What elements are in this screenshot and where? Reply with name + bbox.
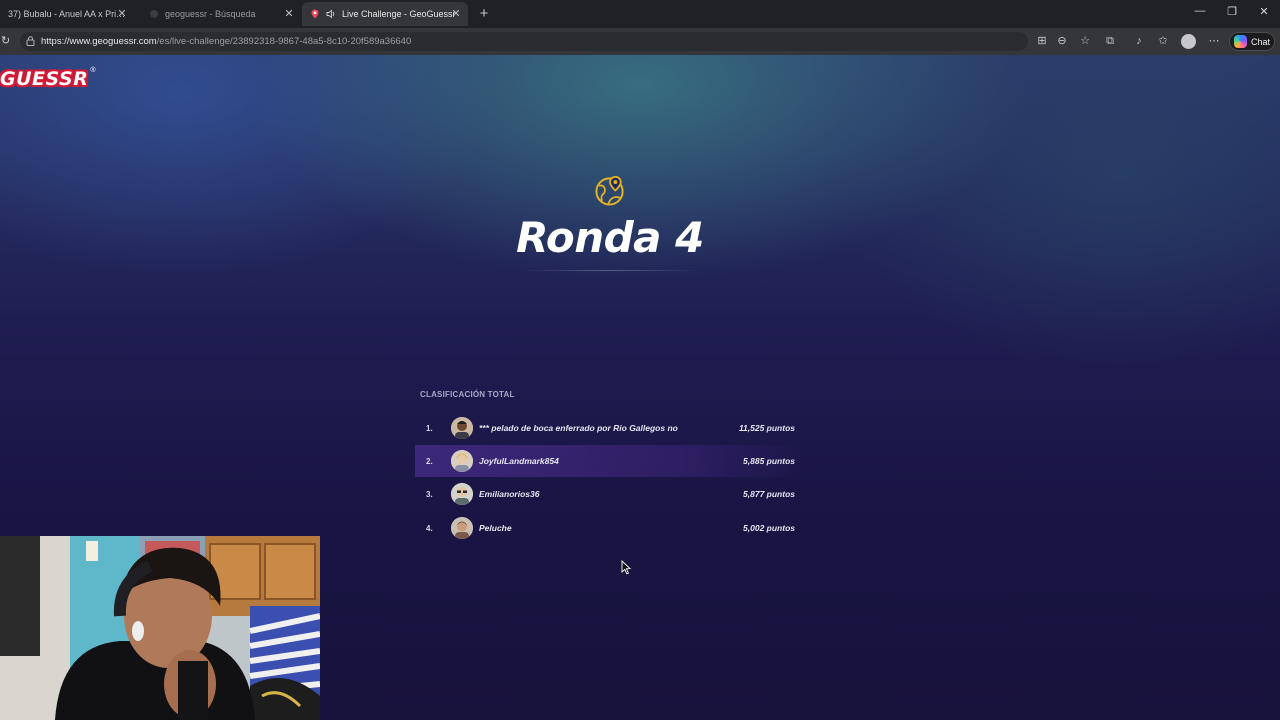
extensions-icon[interactable]: ⧉ <box>1103 34 1117 48</box>
search-favicon-icon <box>150 10 158 18</box>
player-avatar <box>451 417 473 439</box>
tab-bubalu[interactable]: 37) Bubalu - Anuel AA x Prince R ✕ <box>0 2 134 26</box>
close-tab-icon[interactable]: ✕ <box>283 7 295 20</box>
restore-icon[interactable]: ❐ <box>1225 5 1239 18</box>
profile-avatar[interactable] <box>1181 34 1196 49</box>
player-points: 5,885 puntos <box>743 456 795 466</box>
more-menu-icon[interactable]: ⋯ <box>1207 34 1221 48</box>
tab-live-challenge[interactable]: Live Challenge - GeoGuessr ✕ <box>302 2 468 26</box>
rank-number: 4. <box>426 523 433 533</box>
title-divider <box>520 270 700 271</box>
browser-tab-bar: 37) Bubalu - Anuel AA x Prince R ✕ geogu… <box>0 0 1280 28</box>
mouse-cursor-icon <box>621 560 631 575</box>
speaker-icon[interactable] <box>326 9 336 19</box>
round-title: Ronda 4 <box>516 213 704 262</box>
globe-pin-icon <box>595 176 624 206</box>
tab-label: geoguessr - Búsqueda <box>165 9 256 19</box>
webcam-overlay <box>0 536 320 720</box>
app-available-icon[interactable]: ⊞ <box>1035 34 1049 48</box>
tab-label: Live Challenge - GeoGuessr <box>342 9 456 19</box>
player-points: 11,525 puntos <box>738 423 795 433</box>
leaderboard-row[interactable]: 4. Peluche 5,002 puntos <box>415 512 805 544</box>
player-name: JoyfulLandmark854 <box>479 456 559 466</box>
map-pin-favicon-icon <box>311 9 319 19</box>
copilot-icon <box>1234 35 1247 48</box>
player-points: 5,002 puntos <box>743 523 795 533</box>
tab-geoguessr-search[interactable]: geoguessr - Búsqueda ✕ <box>141 2 301 26</box>
tracking-prevention-icon[interactable]: ⊖ <box>1055 34 1069 48</box>
geoguessr-logo[interactable]: GUESSR ® <box>0 67 96 90</box>
player-avatar <box>451 517 473 539</box>
player-points: 5,877 puntos <box>743 489 795 499</box>
player-name: Emilianorios36 <box>479 489 540 499</box>
close-window-icon[interactable]: ✕ <box>1257 5 1271 18</box>
url-path: /es/live-challenge/23892318-9867-48a5-8c… <box>156 36 412 47</box>
address-bar[interactable]: https://www.geoguessr.com/es/live-challe… <box>20 32 1028 51</box>
logo-text: GUESSR <box>0 68 89 90</box>
close-tab-icon[interactable]: ✕ <box>450 7 462 20</box>
player-avatar <box>451 483 473 505</box>
favorite-star-icon[interactable]: ☆ <box>1078 34 1092 48</box>
rank-number: 1. <box>426 423 433 433</box>
leaderboard-row[interactable]: 3. Emilianorios36 5,877 puntos <box>415 478 805 510</box>
rank-number: 3. <box>426 489 433 499</box>
favorites-icon[interactable]: ✩ <box>1156 34 1170 48</box>
copilot-chat-button[interactable]: Chat <box>1229 32 1275 51</box>
player-avatar <box>451 450 473 472</box>
url-text: https://www.geoguessr.com/es/live-challe… <box>41 36 411 47</box>
tab-label: 37) Bubalu - Anuel AA x Prince R <box>8 9 126 19</box>
player-name: Peluche <box>479 523 512 533</box>
player-name: *** pelado de boca enferrado por Rio Gal… <box>479 423 678 433</box>
minimize-icon[interactable]: — <box>1193 5 1207 17</box>
leaderboard-row[interactable]: 1. *** pelado de boca enferrado por Rio … <box>415 412 805 444</box>
logo-registered-mark: ® <box>90 67 96 74</box>
leaderboard-header: CLASIFICACIÓN TOTAL <box>420 390 515 399</box>
address-toolbar: ↻ https://www.geoguessr.com/es/live-chal… <box>0 28 1280 55</box>
new-tab-icon[interactable]: + <box>476 5 492 22</box>
rank-number: 2. <box>426 456 433 466</box>
site-info-icon[interactable] <box>26 36 35 46</box>
close-tab-icon[interactable]: ✕ <box>116 7 128 20</box>
url-host: https://www.geoguessr.com <box>41 36 157 47</box>
chat-label: Chat <box>1251 36 1271 47</box>
leaderboard-row-current-player[interactable]: 2. JoyfulLandmark854 5,885 puntos <box>415 445 805 477</box>
reload-icon[interactable]: ↻ <box>1 34 13 47</box>
browser-essentials-icon[interactable]: ♪ <box>1132 34 1146 48</box>
